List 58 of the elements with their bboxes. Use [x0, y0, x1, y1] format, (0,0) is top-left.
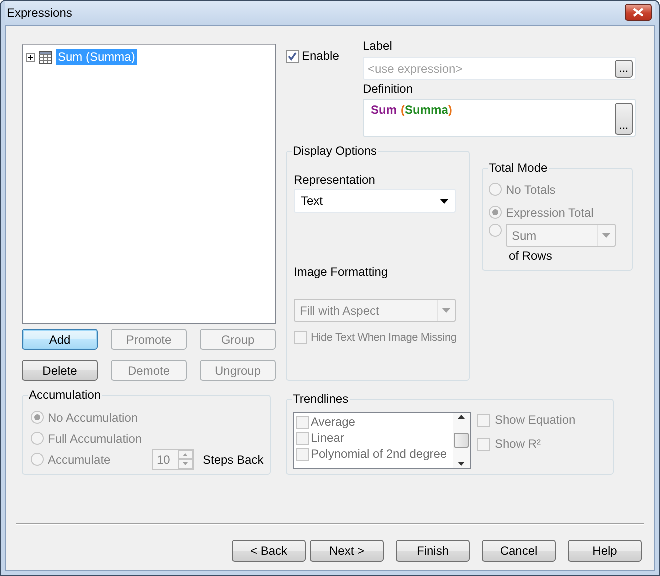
definition-field[interactable]: Sum (Summa) ...	[363, 99, 636, 137]
close-button[interactable]	[625, 4, 652, 20]
dropdown-value: Fill with Aspect	[300, 304, 380, 318]
dropdown-value: Text	[301, 194, 324, 208]
list-item[interactable]: Linear	[311, 431, 344, 445]
scrollbar[interactable]	[453, 413, 470, 468]
list-item[interactable]: Average	[311, 415, 356, 429]
dropdown-caret-icon	[442, 308, 451, 313]
push-button[interactable]: Finish	[396, 540, 470, 562]
browse-button[interactable]: ...	[615, 103, 633, 135]
field-placeholder: <use expression>	[368, 62, 463, 76]
label-field[interactable]: <use expression> ...	[363, 57, 636, 80]
list-item[interactable]: Polynomial of 2nd degree	[311, 447, 448, 461]
radio-label: Full Accumulation	[48, 432, 142, 446]
dropdown-caret-icon	[602, 233, 611, 238]
field-caption: Representation	[294, 173, 376, 187]
of-rows-label: of Rows	[509, 249, 552, 263]
trendline-list[interactable]: Average Linear Polynomial of 2nd degree	[293, 412, 471, 469]
radio-label: Expression Total	[506, 206, 594, 220]
field-caption: Image Formatting	[294, 265, 390, 279]
steps-back-label: Steps Back	[203, 452, 264, 466]
push-button[interactable]: Delete	[22, 360, 98, 381]
expand-icon[interactable]	[26, 52, 35, 62]
checkbox[interactable]	[286, 50, 299, 62]
push-button[interactable]: < Back	[232, 540, 306, 562]
spinner-value: 10	[157, 452, 170, 466]
scroll-up-icon[interactable]	[458, 415, 465, 419]
push-button[interactable]: Help	[568, 540, 642, 562]
radio-label: No Accumulation	[48, 410, 138, 424]
close-icon	[633, 8, 644, 16]
dropdown-caret-icon	[440, 198, 449, 204]
scroll-down-icon[interactable]	[458, 462, 465, 466]
push-button[interactable]: Add	[22, 329, 98, 350]
table-icon	[39, 50, 52, 64]
dropdown-value: Sum	[512, 228, 537, 242]
push-button[interactable]: Cancel	[482, 540, 556, 562]
radio-label: No Totals	[506, 182, 556, 196]
group-title: Trendlines	[293, 392, 349, 406]
group-title: Display Options	[293, 144, 378, 158]
push-button[interactable]: Next >	[310, 540, 384, 562]
scrollbar-thumb[interactable]	[454, 433, 469, 448]
checkbox[interactable]	[296, 416, 309, 428]
spinner-arrows-icon	[178, 450, 193, 469]
checkbox[interactable]	[296, 448, 309, 460]
checkbox-label: Show Equation	[495, 413, 576, 427]
enable-label: Enable	[302, 49, 340, 63]
group-title: Total Mode	[489, 161, 548, 175]
browse-button[interactable]: ...	[615, 60, 633, 78]
checkbox[interactable]	[296, 432, 309, 444]
radio-label: Accumulate	[48, 452, 112, 466]
checkbox-label: Hide Text When Image Missing	[311, 332, 457, 344]
checkbox-label: Show R²	[495, 437, 542, 451]
dropdown[interactable]: Text	[294, 189, 456, 213]
definition-expression: Sum (Summa)	[371, 103, 452, 117]
field-caption: Label	[363, 39, 394, 53]
field-caption: Definition	[363, 82, 414, 96]
group-title: Accumulation	[29, 388, 102, 402]
window-title: Expressions	[7, 6, 72, 20]
